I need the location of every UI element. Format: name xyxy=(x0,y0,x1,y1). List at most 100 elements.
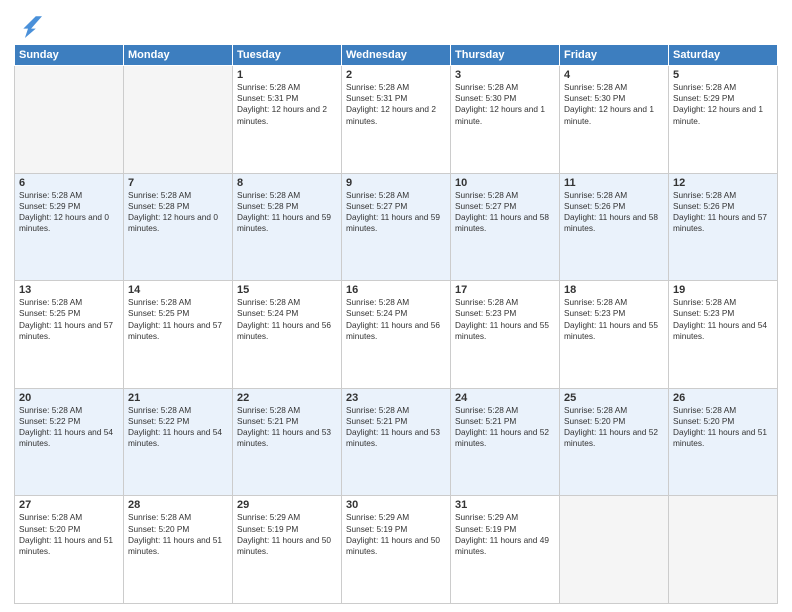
logo xyxy=(14,10,46,38)
cell-info: Sunrise: 5:28 AMSunset: 5:24 PMDaylight:… xyxy=(346,297,446,342)
sunrise-label: Sunrise: 5:28 AM xyxy=(455,82,518,92)
sunset-label: Sunset: 5:19 PM xyxy=(237,524,298,534)
calendar-cell: 19Sunrise: 5:28 AMSunset: 5:23 PMDayligh… xyxy=(669,281,778,389)
cell-info: Sunrise: 5:28 AMSunset: 5:27 PMDaylight:… xyxy=(346,190,446,235)
cell-info: Sunrise: 5:28 AMSunset: 5:25 PMDaylight:… xyxy=(128,297,228,342)
sunset-label: Sunset: 5:28 PM xyxy=(237,201,298,211)
sunrise-label: Sunrise: 5:28 AM xyxy=(673,82,736,92)
calendar-header-sunday: Sunday xyxy=(15,45,124,66)
day-number: 22 xyxy=(237,392,337,404)
calendar-cell xyxy=(124,66,233,174)
sunrise-label: Sunrise: 5:28 AM xyxy=(346,190,409,200)
day-number: 29 xyxy=(237,499,337,511)
daylight-label: Daylight: 12 hours and 0 minutes. xyxy=(19,212,109,233)
daylight-label: Daylight: 11 hours and 58 minutes. xyxy=(455,212,549,233)
sunrise-label: Sunrise: 5:28 AM xyxy=(237,190,300,200)
day-number: 19 xyxy=(673,284,773,296)
cell-info: Sunrise: 5:28 AMSunset: 5:20 PMDaylight:… xyxy=(128,512,228,557)
sunrise-label: Sunrise: 5:28 AM xyxy=(455,297,518,307)
sunset-label: Sunset: 5:20 PM xyxy=(564,416,625,426)
sunrise-label: Sunrise: 5:28 AM xyxy=(237,405,300,415)
calendar-cell: 15Sunrise: 5:28 AMSunset: 5:24 PMDayligh… xyxy=(233,281,342,389)
cell-info: Sunrise: 5:28 AMSunset: 5:21 PMDaylight:… xyxy=(237,405,337,450)
calendar-cell: 13Sunrise: 5:28 AMSunset: 5:25 PMDayligh… xyxy=(15,281,124,389)
sunrise-label: Sunrise: 5:28 AM xyxy=(673,405,736,415)
calendar-cell: 29Sunrise: 5:29 AMSunset: 5:19 PMDayligh… xyxy=(233,496,342,604)
cell-info: Sunrise: 5:28 AMSunset: 5:31 PMDaylight:… xyxy=(346,82,446,127)
calendar-cell xyxy=(669,496,778,604)
calendar-cell: 26Sunrise: 5:28 AMSunset: 5:20 PMDayligh… xyxy=(669,388,778,496)
daylight-label: Daylight: 11 hours and 52 minutes. xyxy=(455,427,549,448)
day-number: 15 xyxy=(237,284,337,296)
cell-info: Sunrise: 5:28 AMSunset: 5:28 PMDaylight:… xyxy=(128,190,228,235)
cell-info: Sunrise: 5:28 AMSunset: 5:29 PMDaylight:… xyxy=(673,82,773,127)
day-number: 5 xyxy=(673,69,773,81)
daylight-label: Daylight: 11 hours and 51 minutes. xyxy=(19,535,113,556)
sunset-label: Sunset: 5:30 PM xyxy=(455,93,516,103)
sunset-label: Sunset: 5:27 PM xyxy=(346,201,407,211)
sunset-label: Sunset: 5:30 PM xyxy=(564,93,625,103)
day-number: 18 xyxy=(564,284,664,296)
daylight-label: Daylight: 12 hours and 2 minutes. xyxy=(237,104,327,125)
calendar-cell: 25Sunrise: 5:28 AMSunset: 5:20 PMDayligh… xyxy=(560,388,669,496)
sunset-label: Sunset: 5:29 PM xyxy=(19,201,80,211)
sunset-label: Sunset: 5:19 PM xyxy=(455,524,516,534)
calendar-week-row: 20Sunrise: 5:28 AMSunset: 5:22 PMDayligh… xyxy=(15,388,778,496)
calendar-header-friday: Friday xyxy=(560,45,669,66)
daylight-label: Daylight: 11 hours and 56 minutes. xyxy=(346,320,440,341)
sunset-label: Sunset: 5:24 PM xyxy=(346,308,407,318)
day-number: 3 xyxy=(455,69,555,81)
daylight-label: Daylight: 12 hours and 1 minute. xyxy=(455,104,545,125)
calendar-cell: 20Sunrise: 5:28 AMSunset: 5:22 PMDayligh… xyxy=(15,388,124,496)
cell-info: Sunrise: 5:28 AMSunset: 5:29 PMDaylight:… xyxy=(19,190,119,235)
calendar-cell: 24Sunrise: 5:28 AMSunset: 5:21 PMDayligh… xyxy=(451,388,560,496)
cell-info: Sunrise: 5:28 AMSunset: 5:20 PMDaylight:… xyxy=(19,512,119,557)
cell-info: Sunrise: 5:28 AMSunset: 5:31 PMDaylight:… xyxy=(237,82,337,127)
calendar-cell: 21Sunrise: 5:28 AMSunset: 5:22 PMDayligh… xyxy=(124,388,233,496)
daylight-label: Daylight: 11 hours and 51 minutes. xyxy=(673,427,767,448)
day-number: 6 xyxy=(19,177,119,189)
daylight-label: Daylight: 12 hours and 1 minute. xyxy=(564,104,654,125)
calendar-cell: 5Sunrise: 5:28 AMSunset: 5:29 PMDaylight… xyxy=(669,66,778,174)
cell-info: Sunrise: 5:28 AMSunset: 5:30 PMDaylight:… xyxy=(564,82,664,127)
daylight-label: Daylight: 11 hours and 53 minutes. xyxy=(237,427,331,448)
day-number: 28 xyxy=(128,499,228,511)
day-number: 27 xyxy=(19,499,119,511)
sunrise-label: Sunrise: 5:28 AM xyxy=(237,297,300,307)
cell-info: Sunrise: 5:28 AMSunset: 5:21 PMDaylight:… xyxy=(455,405,555,450)
day-number: 17 xyxy=(455,284,555,296)
sunset-label: Sunset: 5:31 PM xyxy=(237,93,298,103)
daylight-label: Daylight: 11 hours and 59 minutes. xyxy=(237,212,331,233)
calendar-week-row: 27Sunrise: 5:28 AMSunset: 5:20 PMDayligh… xyxy=(15,496,778,604)
daylight-label: Daylight: 11 hours and 50 minutes. xyxy=(237,535,331,556)
day-number: 2 xyxy=(346,69,446,81)
day-number: 21 xyxy=(128,392,228,404)
calendar-cell: 16Sunrise: 5:28 AMSunset: 5:24 PMDayligh… xyxy=(342,281,451,389)
daylight-label: Daylight: 11 hours and 58 minutes. xyxy=(564,212,658,233)
sunset-label: Sunset: 5:22 PM xyxy=(128,416,189,426)
calendar-header-row: SundayMondayTuesdayWednesdayThursdayFrid… xyxy=(15,45,778,66)
sunset-label: Sunset: 5:25 PM xyxy=(128,308,189,318)
day-number: 12 xyxy=(673,177,773,189)
sunrise-label: Sunrise: 5:28 AM xyxy=(346,405,409,415)
daylight-label: Daylight: 12 hours and 0 minutes. xyxy=(128,212,218,233)
sunrise-label: Sunrise: 5:29 AM xyxy=(455,512,518,522)
calendar-header-saturday: Saturday xyxy=(669,45,778,66)
sunrise-label: Sunrise: 5:28 AM xyxy=(19,190,82,200)
daylight-label: Daylight: 11 hours and 53 minutes. xyxy=(346,427,440,448)
calendar-cell: 2Sunrise: 5:28 AMSunset: 5:31 PMDaylight… xyxy=(342,66,451,174)
sunset-label: Sunset: 5:22 PM xyxy=(19,416,80,426)
sunset-label: Sunset: 5:25 PM xyxy=(19,308,80,318)
day-number: 10 xyxy=(455,177,555,189)
day-number: 4 xyxy=(564,69,664,81)
daylight-label: Daylight: 11 hours and 57 minutes. xyxy=(673,212,767,233)
cell-info: Sunrise: 5:29 AMSunset: 5:19 PMDaylight:… xyxy=(455,512,555,557)
sunset-label: Sunset: 5:31 PM xyxy=(346,93,407,103)
cell-info: Sunrise: 5:28 AMSunset: 5:28 PMDaylight:… xyxy=(237,190,337,235)
cell-info: Sunrise: 5:28 AMSunset: 5:23 PMDaylight:… xyxy=(673,297,773,342)
sunset-label: Sunset: 5:21 PM xyxy=(455,416,516,426)
calendar-header-thursday: Thursday xyxy=(451,45,560,66)
calendar-cell: 11Sunrise: 5:28 AMSunset: 5:26 PMDayligh… xyxy=(560,173,669,281)
daylight-label: Daylight: 11 hours and 54 minutes. xyxy=(128,427,222,448)
cell-info: Sunrise: 5:28 AMSunset: 5:26 PMDaylight:… xyxy=(673,190,773,235)
